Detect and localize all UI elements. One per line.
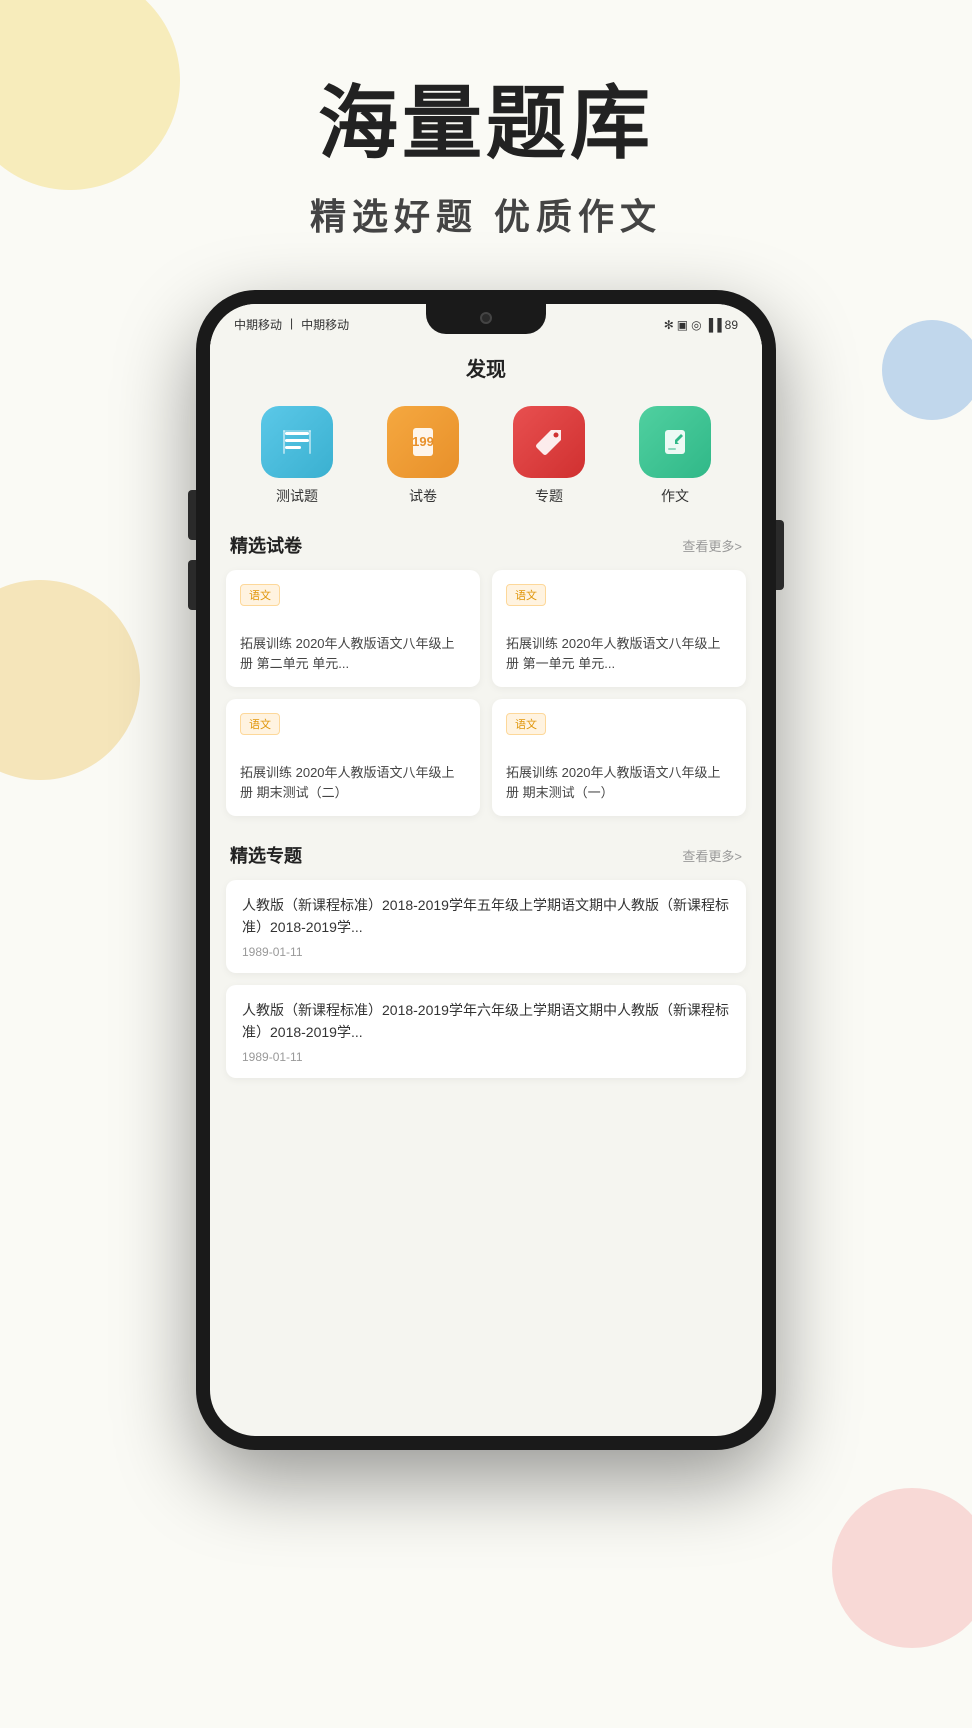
status-carrier: 中期移动 | 中期移动: [234, 316, 349, 333]
exam-card-0[interactable]: 语文 拓展训练 2020年人教版语文八年级上册 第二单元 单元...: [226, 570, 480, 687]
paper-icon: 199: [403, 422, 443, 462]
carrier-left: 中期移动: [234, 316, 282, 333]
volume-up-button: [188, 490, 196, 540]
category-label-test: 测试题: [276, 486, 318, 506]
topic-title-1: 人教版（新课程标准）2018-2019学年六年级上学期语文期中人教版（新课程标准…: [242, 999, 730, 1044]
category-item-topic[interactable]: 专题: [513, 406, 585, 506]
notch: [426, 304, 546, 334]
carrier-separator: |: [290, 316, 293, 333]
category-label-essay: 作文: [661, 486, 689, 506]
exam-card-3-tag: 语文: [506, 713, 546, 735]
exam-card-0-tag: 语文: [240, 584, 280, 606]
topics-section-header: 精选专题 查看更多>: [210, 836, 762, 880]
category-icon-topic: [513, 406, 585, 478]
hero-section: 海量题库 精选好题 优质作文: [0, 0, 972, 240]
phone-screen: 中期移动 | 中期移动 1 ✻ ▣ ◎ ▐▐ 89: [210, 304, 762, 1436]
hero-subtitle: 精选好题 优质作文: [0, 188, 972, 240]
app-content: 发现: [210, 341, 762, 1078]
category-icon-essay: [639, 406, 711, 478]
exam-card-1-text: 拓展训练 2020年人教版语文八年级上册 第一单元 单元...: [506, 634, 732, 673]
exam-card-1[interactable]: 语文 拓展训练 2020年人教版语文八年级上册 第一单元 单元...: [492, 570, 746, 687]
volume-down-button: [188, 560, 196, 610]
topic-date-1: 1989-01-11: [242, 1050, 730, 1064]
svg-text:199: 199: [412, 434, 434, 449]
power-button: [776, 520, 784, 590]
category-icon-test: [261, 406, 333, 478]
topic-date-0: 1989-01-11: [242, 945, 730, 959]
exam-card-grid: 语文 拓展训练 2020年人教版语文八年级上册 第二单元 单元... 语文 拓展…: [210, 570, 762, 828]
topic-item-1[interactable]: 人教版（新课程标准）2018-2019学年六年级上学期语文期中人教版（新课程标准…: [226, 985, 746, 1078]
sim-icon: ▣: [677, 318, 688, 332]
category-icon-exam: 199: [387, 406, 459, 478]
exam-card-3-text: 拓展训练 2020年人教版语文八年级上册 期末测试（一）: [506, 763, 732, 802]
category-label-topic: 专题: [535, 486, 563, 506]
exam-section-header: 精选试卷 查看更多>: [210, 526, 762, 570]
exam-card-0-text: 拓展训练 2020年人教版语文八年级上册 第二单元 单元...: [240, 634, 466, 673]
write-icon: [655, 422, 695, 462]
exam-card-1-tag: 语文: [506, 584, 546, 606]
bg-decoration-pink: [832, 1488, 972, 1648]
tag-icon: [529, 422, 569, 462]
signal-icon: ▐▐: [705, 318, 722, 332]
phone-wrapper: 中期移动 | 中期移动 1 ✻ ▣ ◎ ▐▐ 89: [0, 290, 972, 1450]
camera: [480, 312, 492, 324]
category-section: 测试题 199 试卷: [210, 398, 762, 526]
exam-card-2-tag: 语文: [240, 713, 280, 735]
exam-card-2[interactable]: 语文 拓展训练 2020年人教版语文八年级上册 期末测试（二）: [226, 699, 480, 816]
topic-title-0: 人教版（新课程标准）2018-2019学年五年级上学期语文期中人教版（新课程标准…: [242, 894, 730, 939]
category-label-exam: 试卷: [409, 486, 437, 506]
category-item-essay[interactable]: 作文: [639, 406, 711, 506]
battery-icon: 89: [725, 318, 738, 332]
wifi-icon: ◎: [691, 318, 701, 332]
topics-section-title: 精选专题: [230, 842, 302, 868]
topic-item-0[interactable]: 人教版（新课程标准）2018-2019学年五年级上学期语文期中人教版（新课程标准…: [226, 880, 746, 973]
status-icons: ✻ ▣ ◎ ▐▐ 89: [664, 318, 738, 332]
category-item-exam[interactable]: 199 试卷: [387, 406, 459, 506]
carrier-right: 中期移动: [301, 316, 349, 333]
exam-card-2-text: 拓展训练 2020年人教版语文八年级上册 期末测试（二）: [240, 763, 466, 802]
hero-title: 海量题库: [0, 80, 972, 168]
exam-section-more[interactable]: 查看更多>: [682, 536, 742, 555]
category-item-test[interactable]: 测试题: [261, 406, 333, 506]
app-nav-title: 发现: [210, 341, 762, 398]
phone-frame: 中期移动 | 中期移动 1 ✻ ▣ ◎ ▐▐ 89: [196, 290, 776, 1450]
bluetooth-icon: ✻: [664, 318, 674, 332]
topics-section-more[interactable]: 查看更多>: [682, 846, 742, 865]
exam-section-title: 精选试卷: [230, 532, 302, 558]
list-icon: [277, 422, 317, 462]
topics-section: 精选专题 查看更多> 人教版（新课程标准）2018-2019学年五年级上学期语文…: [210, 828, 762, 1078]
exam-card-3[interactable]: 语文 拓展训练 2020年人教版语文八年级上册 期末测试（一）: [492, 699, 746, 816]
